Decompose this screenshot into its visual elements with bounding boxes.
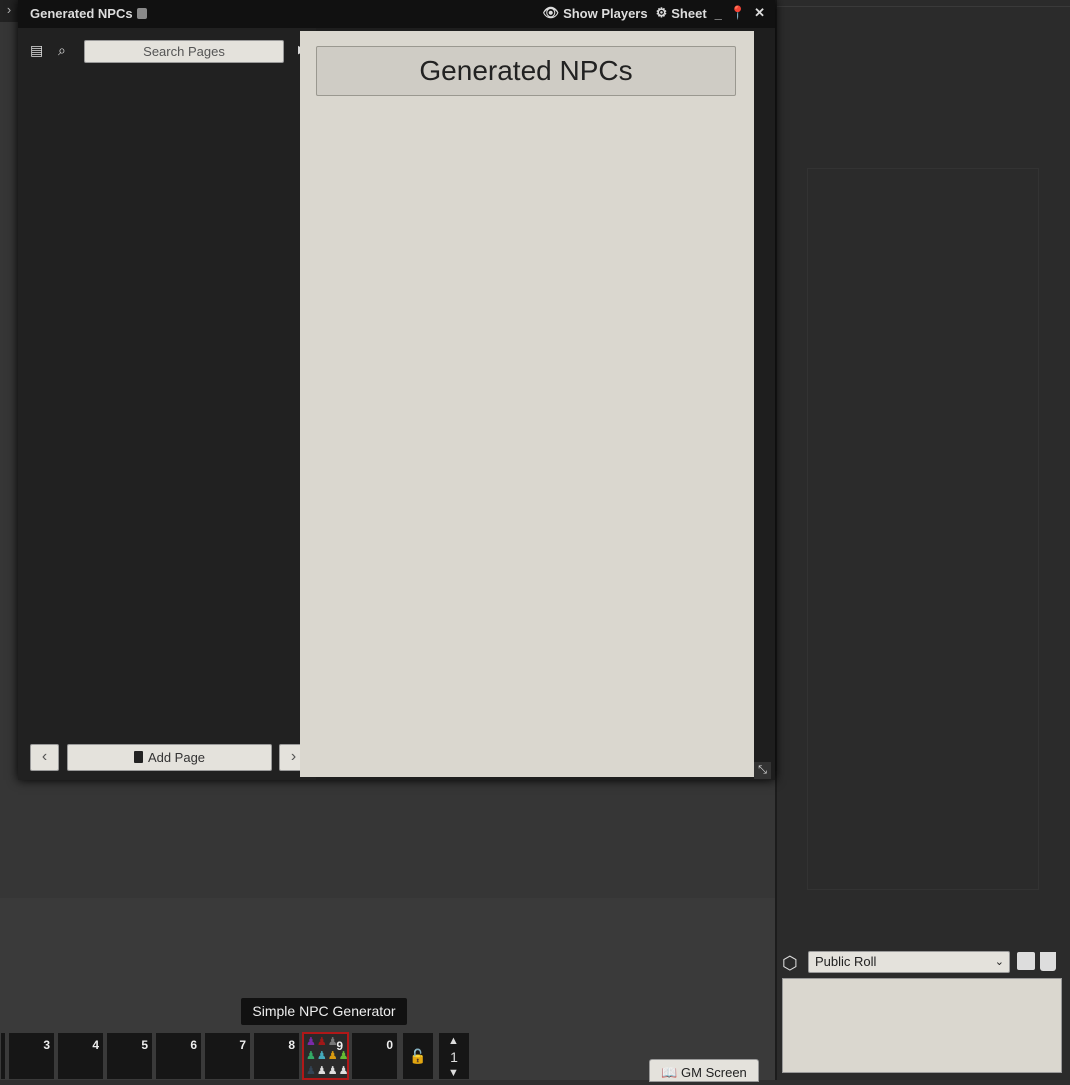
add-file-icon [133,751,143,763]
collapse-sidebar-icon[interactable]: ▤ [30,42,43,59]
macro-tooltip: Simple NPC Generator [241,998,407,1025]
search-input[interactable]: Search Pages [84,40,284,63]
roll-mode-value: Public Roll [815,954,877,969]
minimize-icon: _ [714,5,722,21]
slot-number: 0 [386,1038,393,1052]
journal-page: Generated NPCs [300,31,754,777]
chevron-down-icon: ⌄ [994,956,1004,968]
sheet-button[interactable]: ⚙ Sheet [656,5,707,21]
slot-number: 5 [141,1038,148,1052]
hotbar-slot-3[interactable]: 3 [8,1032,55,1080]
hotbar-slot[interactable] [0,1032,6,1080]
d20-icon[interactable]: ⬡ [782,953,798,974]
close-icon: ✕ [754,5,765,20]
gm-screen-button[interactable]: 📖 GM Screen [649,1059,759,1082]
add-page-button[interactable]: Add Page [67,744,272,771]
show-players-button[interactable]: 👁 Show Players [543,5,648,21]
sidebar [775,0,1070,1080]
header-controls: 👁 Show Players ⚙ Sheet _ 📍 ✕ [543,5,765,21]
pin-icon: 📍 [729,5,747,20]
gear-icon: ⚙ [655,5,668,20]
page-title[interactable]: Generated NPCs [316,46,736,96]
journal-header[interactable]: Generated NPCs 👁 Show Players ⚙ Sheet _ … [18,0,775,28]
sidebar-panel [807,168,1039,890]
gm-screen-label: GM Screen [681,1065,747,1080]
hotbar-page-control: ▲ 1 ▼ [438,1032,470,1080]
minimize-button[interactable]: _ [715,6,722,21]
roll-mode-select[interactable]: Public Roll ⌄ [808,951,1010,973]
hotbar-slot-4[interactable]: 4 [57,1032,104,1080]
slot-number: 8 [288,1038,295,1052]
page-up-icon[interactable]: ▲ [448,1035,459,1047]
page-down-icon[interactable]: ▼ [448,1067,459,1079]
slot-number: 3 [43,1038,50,1052]
window-title: Generated NPCs [30,6,147,21]
save-icon[interactable] [1017,952,1035,970]
book-icon: 📖 [661,1065,678,1080]
add-page-label: Add Page [147,750,206,765]
slot-number: 4 [92,1038,99,1052]
chat-controls: ⬡ Public Roll ⌄ [780,950,1070,978]
hotbar-lock-icon[interactable]: 🔓 [402,1032,434,1080]
hotbar-slot-8[interactable]: 8 [253,1032,300,1080]
expand-controls-icon[interactable]: › [0,0,18,22]
close-button[interactable]: ✕ [754,5,765,21]
chat-message-input[interactable] [782,978,1062,1073]
hotbar-slot-9-npc-generator[interactable]: ♟ ♟ ♟ ♟ ♟ ♟ ♟ ♟ ♟ ♟ ♟ 9 [302,1032,349,1080]
hotbar-slot-5[interactable]: 5 [106,1032,153,1080]
prev-page-button[interactable]: ‹ [30,744,59,771]
slot-number: 6 [190,1038,197,1052]
hotbar-slot-7[interactable]: 7 [204,1032,251,1080]
show-players-label: Show Players [563,5,648,21]
trash-icon[interactable] [1040,952,1056,971]
lock-icon [136,8,147,19]
slot-number: 7 [239,1038,246,1052]
eye-icon: 👁 [542,5,560,20]
search-icon[interactable]: ⌕ [58,42,66,59]
sheet-label: Sheet [671,5,707,21]
hotbar-slot-6[interactable]: 6 [155,1032,202,1080]
hotbar-page-number: 1 [450,1049,458,1065]
window-title-text: Generated NPCs [30,6,133,21]
pages-panel: ▤ ⌕ Search Pages ▶ ‹ Add Page › [18,28,316,780]
sidebar-divider [777,6,1070,7]
hotbar: 3 4 5 6 7 8 ♟ ♟ ♟ ♟ ♟ ♟ ♟ ♟ ♟ ♟ ♟ 9 0 [0,1032,400,1080]
hotbar-slot-0[interactable]: 0 [351,1032,398,1080]
slot-number: 9 [336,1039,343,1053]
pin-button[interactable]: 📍 [730,5,746,21]
resize-icon[interactable]: ⤡ [754,762,771,779]
